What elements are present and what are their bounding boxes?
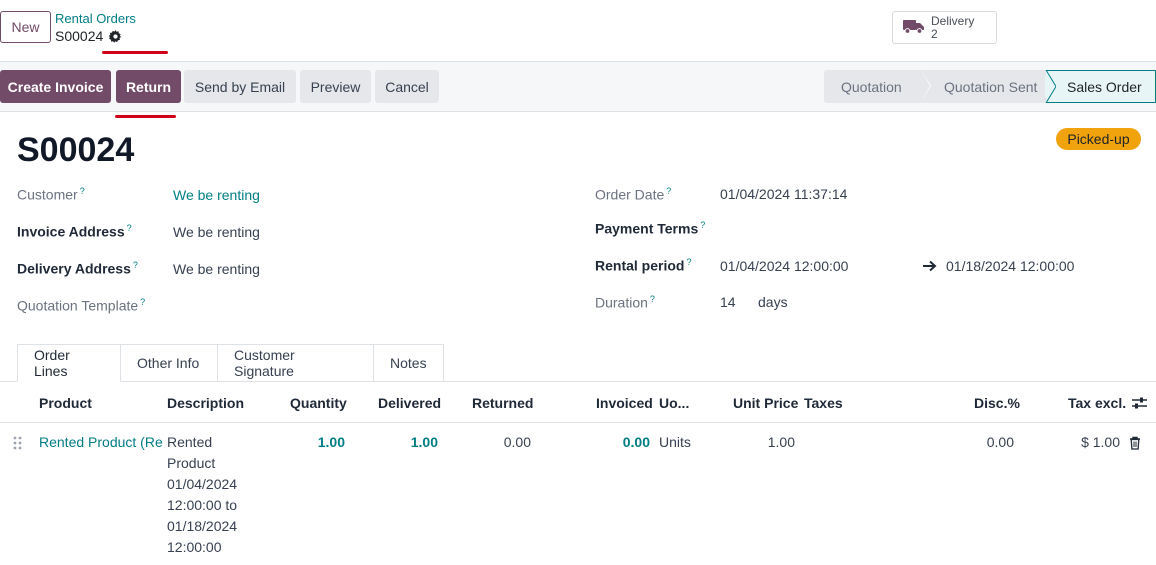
description-line: Rented xyxy=(167,434,213,450)
gear-icon[interactable] xyxy=(108,29,122,43)
cell-tax-excl[interactable]: $ 1.00 xyxy=(1060,434,1120,450)
cell-unit-price[interactable]: 1.00 xyxy=(745,434,795,450)
customer-field[interactable]: We be renting xyxy=(173,187,260,203)
rental-start-field[interactable]: 01/04/2024 12:00:00 xyxy=(720,258,848,274)
cancel-button[interactable]: Cancel xyxy=(375,70,439,103)
description-line: 12:00:00 xyxy=(167,539,222,555)
stage-sales-order[interactable]: Sales Order xyxy=(1045,70,1156,103)
col-disc[interactable]: Disc.% xyxy=(974,395,1020,411)
cell-disc[interactable]: 0.00 xyxy=(964,434,1014,450)
delivery-smart-button-text: Delivery 2 xyxy=(931,13,975,41)
col-invoiced[interactable]: Invoiced xyxy=(596,395,653,411)
col-product[interactable]: Product xyxy=(39,395,92,411)
cell-returned[interactable]: 0.00 xyxy=(481,434,531,450)
delivery-address-field[interactable]: We be renting xyxy=(173,261,260,277)
help-icon[interactable]: ? xyxy=(686,257,691,267)
col-tax-excl[interactable]: Tax excl. xyxy=(1068,395,1126,411)
tab-customer-signature[interactable]: Customer Signature xyxy=(218,344,374,382)
active-stage-arrow xyxy=(1042,70,1056,103)
description-line: Product xyxy=(167,455,216,471)
return-button[interactable]: Return xyxy=(116,70,181,103)
help-icon[interactable]: ? xyxy=(133,260,138,270)
col-unit-price[interactable]: Unit Price xyxy=(733,395,798,411)
help-icon[interactable]: ? xyxy=(140,297,145,307)
new-button[interactable]: New xyxy=(0,11,51,43)
col-uom[interactable]: Uo... xyxy=(659,395,689,411)
drag-handle-icon[interactable] xyxy=(13,436,23,453)
rental-end-field[interactable]: 01/18/2024 12:00:00 xyxy=(946,258,1074,274)
cell-product[interactable]: Rented Product (Rer xyxy=(39,434,163,450)
help-icon[interactable]: ? xyxy=(650,294,655,304)
delivery-smart-button[interactable]: Delivery 2 xyxy=(892,11,997,44)
delivery-count: 2 xyxy=(931,26,938,41)
status-badge: Picked-up xyxy=(1056,128,1141,150)
cell-uom[interactable]: Units xyxy=(659,434,691,450)
order-date-label: Order Date? xyxy=(595,186,672,203)
breadcrumb-current: S00024 xyxy=(55,28,122,44)
delivery-label: Delivery xyxy=(931,13,975,28)
help-icon[interactable]: ? xyxy=(127,223,132,233)
order-lines-header: Product Description Quantity Delivered R… xyxy=(0,382,1156,423)
stage-quotation-sent-label: Quotation Sent xyxy=(944,78,1038,95)
arrow-right-icon xyxy=(922,259,938,276)
control-panel: New Rental Orders S00024 Delivery 2 xyxy=(0,0,1156,62)
column-settings-icon[interactable] xyxy=(1132,396,1147,413)
trash-icon[interactable] xyxy=(1129,436,1141,453)
help-icon[interactable]: ? xyxy=(700,220,705,230)
page-title: S00024 xyxy=(17,131,135,169)
description-line: 01/04/2024 xyxy=(167,476,238,492)
breadcrumb-current-label: S00024 xyxy=(55,28,104,44)
customer-label: Customer? xyxy=(17,186,85,203)
col-delivered[interactable]: Delivered xyxy=(378,395,441,411)
duration-unit: days xyxy=(758,294,788,310)
order-date-field[interactable]: 01/04/2024 11:37:14 xyxy=(720,186,847,202)
status-bar: Quotation Quotation Sent Sales Order xyxy=(824,70,1156,103)
cell-invoiced[interactable]: 0.00 xyxy=(600,434,650,450)
notebook-tabs: Order Lines Other Info Customer Signatur… xyxy=(17,344,444,382)
send-by-email-button[interactable]: Send by Email xyxy=(184,70,296,103)
tab-order-lines[interactable]: Order Lines xyxy=(17,344,121,382)
col-returned[interactable]: Returned xyxy=(472,395,533,411)
preview-button[interactable]: Preview xyxy=(300,70,371,103)
help-icon[interactable]: ? xyxy=(666,186,671,196)
description-line: 01/18/2024 xyxy=(167,518,238,534)
stage-quotation-label: Quotation xyxy=(841,78,902,95)
help-icon[interactable]: ? xyxy=(80,186,85,196)
rental-period-label: Rental period? xyxy=(595,257,692,274)
stage-quotation-sent[interactable]: Quotation Sent xyxy=(921,70,1045,103)
delivery-address-label: Delivery Address? xyxy=(17,260,138,277)
cell-quantity[interactable]: 1.00 xyxy=(295,434,345,450)
col-quantity[interactable]: Quantity xyxy=(290,395,347,411)
tab-other-info[interactable]: Other Info xyxy=(121,344,218,382)
tab-notes[interactable]: Notes xyxy=(374,344,444,382)
quotation-template-label: Quotation Template? xyxy=(17,297,146,314)
invoice-address-field[interactable]: We be renting xyxy=(173,224,260,240)
duration-field[interactable]: 14 xyxy=(720,294,736,310)
payment-terms-label: Payment Terms? xyxy=(595,220,706,237)
annotation-underline-return xyxy=(115,115,176,118)
col-description[interactable]: Description xyxy=(167,395,244,411)
stage-quotation[interactable]: Quotation xyxy=(824,70,931,103)
action-bar: Create Invoice Return Send by Email Prev… xyxy=(0,62,1156,112)
breadcrumb-parent[interactable]: Rental Orders xyxy=(55,11,136,26)
duration-label: Duration? xyxy=(595,294,655,311)
stage-sales-order-label: Sales Order xyxy=(1067,78,1142,95)
cell-description[interactable]: Rented Product 01/04/2024 12:00:00 to 01… xyxy=(167,432,247,558)
annotation-underline-breadcrumb xyxy=(102,51,168,54)
create-invoice-button[interactable]: Create Invoice xyxy=(0,70,111,103)
invoice-address-label: Invoice Address? xyxy=(17,223,132,240)
cell-delivered[interactable]: 1.00 xyxy=(388,434,438,450)
col-taxes[interactable]: Taxes xyxy=(804,395,843,411)
truck-icon xyxy=(903,18,925,37)
description-line: 12:00:00 to xyxy=(167,497,238,513)
